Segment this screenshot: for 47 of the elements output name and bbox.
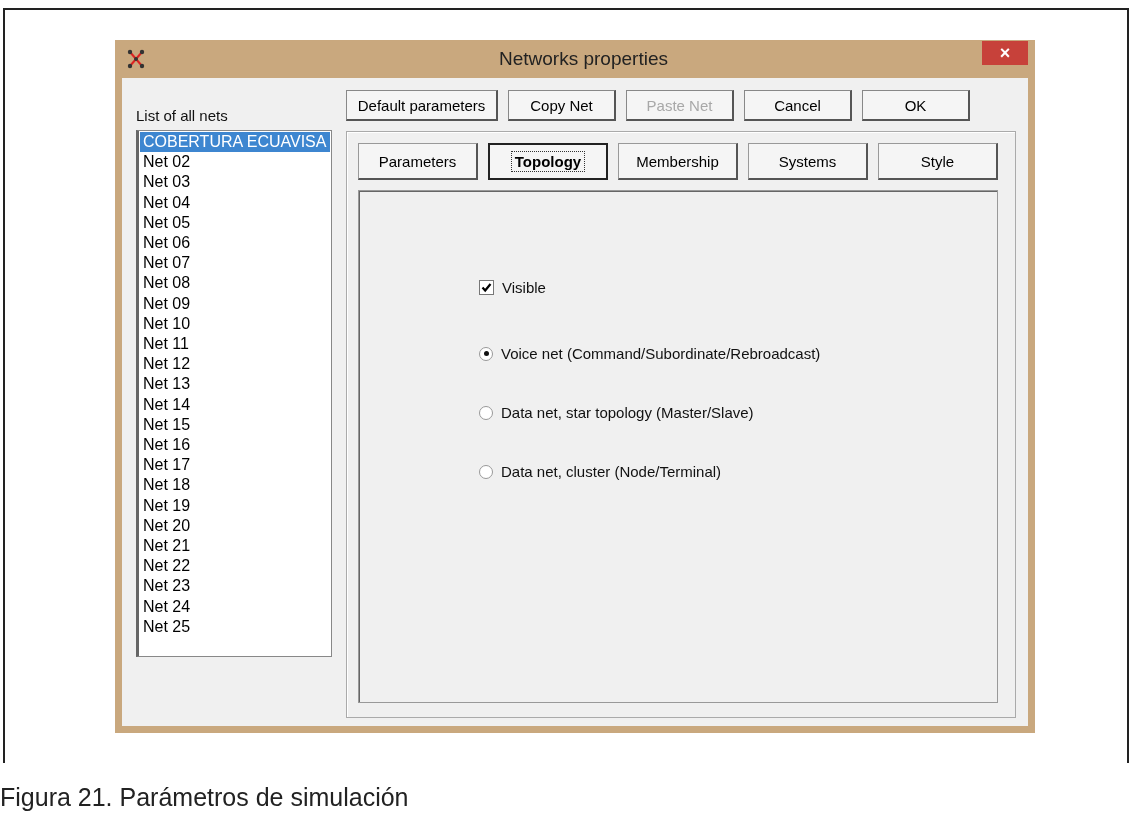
dialog-button[interactable]: Default parameters <box>346 90 498 121</box>
net-list-item[interactable]: Net 02 <box>140 152 330 173</box>
net-list-item[interactable]: Net 12 <box>140 354 330 375</box>
net-list-item[interactable]: Net 17 <box>140 455 330 476</box>
net-list-item[interactable]: Net 16 <box>140 435 330 456</box>
dialog-button[interactable]: Copy Net <box>508 90 616 121</box>
tab[interactable]: Style <box>878 143 998 180</box>
radio-label: Data net, cluster (Node/Terminal) <box>501 463 722 480</box>
tab[interactable]: Topology <box>488 143 608 180</box>
figure-caption: Figura 21. Parámetros de simulación <box>0 783 409 812</box>
net-list-item[interactable]: COBERTURA ECUAVISA <box>140 132 330 153</box>
net-list-item[interactable]: Net 03 <box>140 172 330 193</box>
tab[interactable]: Systems <box>748 143 868 180</box>
dialog-button[interactable]: Cancel <box>744 90 852 121</box>
net-list-item[interactable]: Net 09 <box>140 293 330 314</box>
net-list-item[interactable]: Net 22 <box>140 556 330 577</box>
radio-label: Voice net (Command/Subordinate/Rebroadcast) <box>501 345 821 362</box>
tab[interactable]: Parameters <box>358 143 478 180</box>
net-list-item[interactable]: Net 10 <box>140 313 330 335</box>
dialog-button[interactable]: OK <box>862 90 970 121</box>
tab[interactable]: Membership <box>618 143 738 180</box>
radio-button[interactable] <box>479 464 493 479</box>
list-label: List of all nets <box>136 107 229 124</box>
net-list-item[interactable]: Net 23 <box>140 576 330 597</box>
checkbox[interactable] <box>479 280 494 295</box>
net-list-item[interactable]: Net 19 <box>140 495 330 516</box>
checkbox-label: Visible <box>502 279 546 296</box>
net-list-item[interactable]: Net 25 <box>140 616 330 638</box>
window-title: Networks properties <box>498 48 669 70</box>
net-list-item[interactable]: Net 05 <box>140 212 330 233</box>
net-list-item[interactable]: Net 15 <box>140 414 330 436</box>
net-list-item[interactable]: Net 04 <box>140 192 330 213</box>
net-list-item[interactable]: Net 11 <box>140 334 330 355</box>
radio-button[interactable] <box>479 405 493 420</box>
net-list-item[interactable]: Net 13 <box>140 374 330 395</box>
net-list-item[interactable]: Net 24 <box>140 596 330 617</box>
close-button[interactable]: × <box>982 41 1028 65</box>
net-list-item[interactable]: Net 20 <box>140 515 330 537</box>
network-icon <box>127 49 145 69</box>
net-list-item[interactable]: Net 18 <box>140 475 330 496</box>
radio-button[interactable] <box>479 346 493 361</box>
radio-label: Data net, star topology (Master/Slave) <box>501 404 754 421</box>
net-list-item[interactable]: Net 06 <box>140 233 330 254</box>
net-list-item[interactable]: Net 14 <box>140 394 330 415</box>
net-list-item[interactable]: Net 21 <box>140 536 330 557</box>
net-list-item[interactable]: Net 08 <box>140 273 330 294</box>
net-list-item[interactable]: Net 07 <box>140 253 330 274</box>
